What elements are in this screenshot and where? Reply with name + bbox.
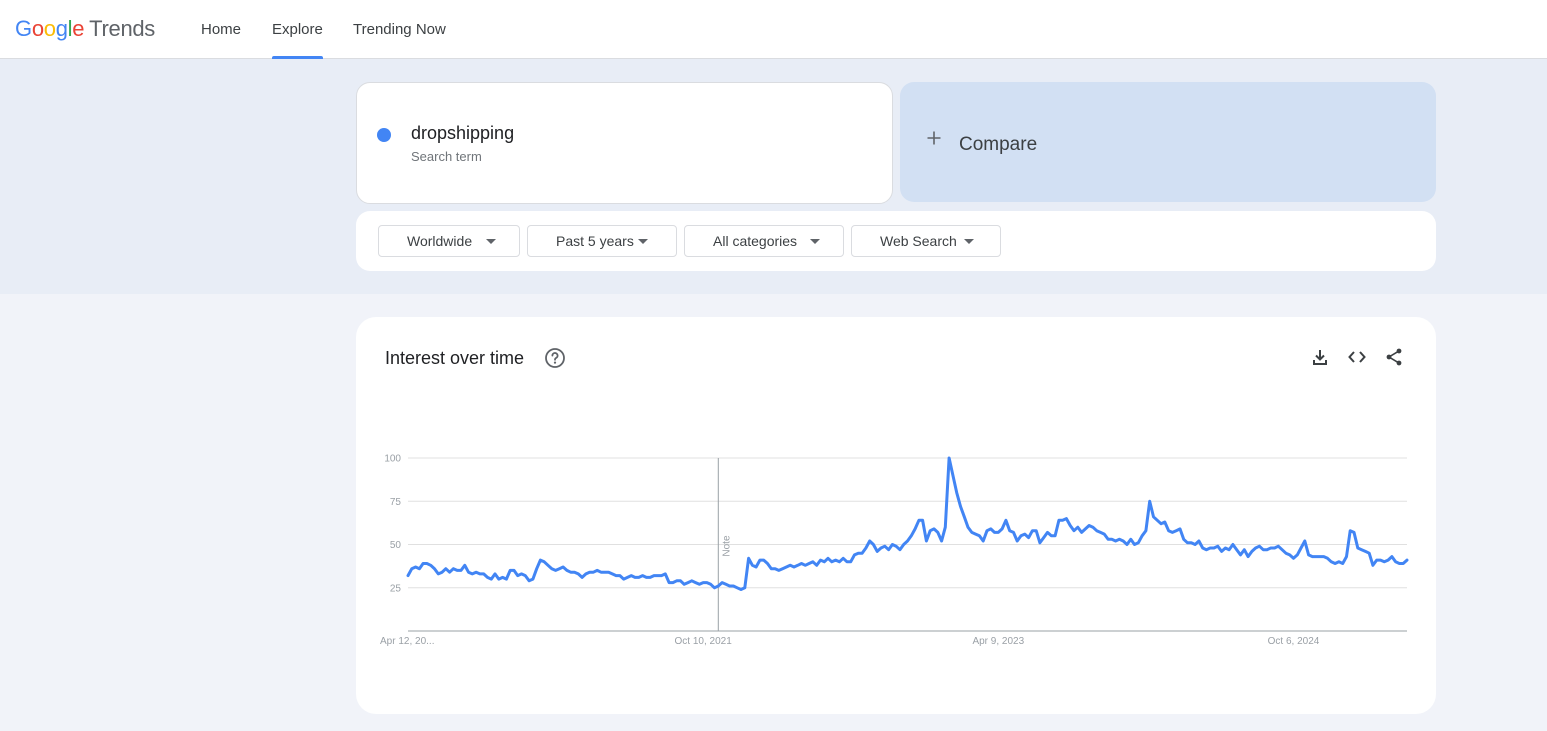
time-range-dropdown-label: Past 5 years <box>556 233 634 249</box>
plus-icon <box>927 131 941 145</box>
nav-tab-trending-now[interactable]: Trending Now <box>353 0 446 59</box>
compare-label: Compare <box>959 134 1038 155</box>
region-dropdown-label: Worldwide <box>407 233 473 249</box>
logo-letter: G <box>15 16 32 41</box>
interest-over-time-chart: 25 50 75 100 Apr 12, 20... Oct 10, 2021 Apr 9,… <box>380 454 1409 647</box>
y-tick-label: 100 <box>384 454 401 465</box>
y-tick-label: 25 <box>390 583 402 594</box>
term-color-dot <box>377 128 391 142</box>
y-tick-label: 50 <box>390 540 402 551</box>
interest-over-time-card: Interest over time 25 50 75 100 Apr 12, 20..… <box>356 317 1436 714</box>
search-term-name[interactable]: dropshipping <box>411 123 514 144</box>
series-line <box>406 456 1409 591</box>
compare-button[interactable]: Compare <box>900 82 1436 202</box>
x-tick-label: Apr 9, 2023 <box>972 636 1024 647</box>
search-property-dropdown[interactable]: Web Search <box>851 225 1001 257</box>
category-dropdown-label: All categories <box>713 233 798 249</box>
search-term-type: Search term <box>411 149 482 164</box>
nav-tab-home[interactable]: Home <box>201 0 241 59</box>
x-tick-label: Oct 10, 2021 <box>675 636 733 647</box>
x-tick-label: Oct 6, 2024 <box>1268 636 1320 647</box>
filters-bar: Worldwide Past 5 years All categories We… <box>356 211 1436 271</box>
chevron-down-icon <box>810 238 820 244</box>
time-range-dropdown[interactable]: Past 5 years <box>527 225 677 257</box>
chevron-down-icon <box>638 238 648 244</box>
note-marker-label: Note <box>721 535 732 557</box>
google-trends-logo[interactable]: Google Trends <box>15 16 155 42</box>
y-tick-label: 75 <box>390 497 402 508</box>
top-app-bar: Google Trends Home Explore Trending Now <box>0 0 1547 60</box>
logo-letter: g <box>55 16 68 41</box>
logo-letter: o <box>31 16 44 41</box>
logo-product-name: Trends <box>89 16 156 41</box>
category-dropdown[interactable]: All categories <box>684 225 844 257</box>
nav-tab-explore[interactable]: Explore <box>272 0 323 60</box>
search-property-dropdown-label: Web Search <box>880 233 957 249</box>
chevron-down-icon <box>486 238 496 244</box>
chevron-down-icon <box>964 238 974 244</box>
logo-letter: o <box>43 16 56 41</box>
search-term-card[interactable]: dropshipping Search term <box>356 82 893 204</box>
x-tick-label: Apr 12, 20... <box>380 636 434 647</box>
logo-letter: e <box>72 16 85 41</box>
region-dropdown[interactable]: Worldwide <box>378 225 520 257</box>
